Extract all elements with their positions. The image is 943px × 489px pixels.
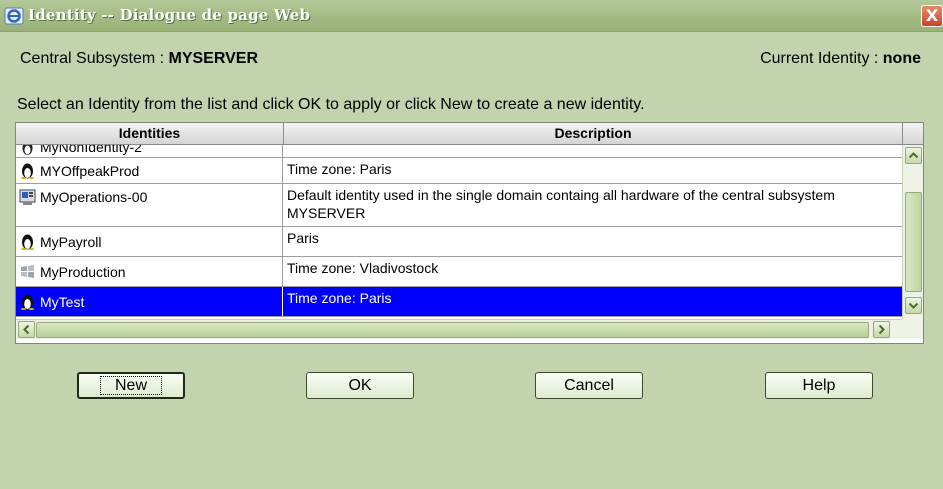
identity-description: Default identity used in the single doma… xyxy=(287,187,835,221)
scrollbar-corner xyxy=(902,319,923,339)
chevron-down-icon xyxy=(908,302,919,309)
identity-description: Time zone: Vladivostock xyxy=(287,260,439,276)
scroll-left-button[interactable] xyxy=(18,321,35,338)
subsystem-label: Central Subsystem : xyxy=(20,50,169,67)
window-title: Identity -- Dialogue de page Web xyxy=(28,6,311,24)
identity-name-cell: MyOperations-00 xyxy=(16,184,283,226)
linux-penguin-icon xyxy=(22,145,33,155)
dialog-body: Central Subsystem : MYSERVER Current Ide… xyxy=(0,33,943,489)
chevron-up-icon xyxy=(908,152,919,159)
scroll-down-button[interactable] xyxy=(905,297,922,314)
vertical-scroll-thumb[interactable] xyxy=(905,192,922,292)
horizontal-scrollbar[interactable] xyxy=(16,319,923,339)
help-button-label: Help xyxy=(802,377,836,394)
identity-description: Paris xyxy=(287,230,319,246)
identity-name-cell: MYOffpeakProd xyxy=(16,158,283,183)
cancel-button[interactable]: Cancel xyxy=(535,372,643,399)
table-row[interactable]: MyNonIdentity-2 xyxy=(16,145,902,158)
help-button[interactable]: Help xyxy=(765,372,873,399)
windows-flag-icon xyxy=(21,265,34,278)
current-identity-value: none xyxy=(882,50,921,67)
ie-icon xyxy=(4,7,24,25)
column-header-description[interactable]: Description xyxy=(284,123,903,145)
close-button[interactable]: X xyxy=(921,5,943,27)
identities-grid: Identities Description MyNonIdentity-2 M… xyxy=(15,122,924,344)
identity-description xyxy=(284,145,902,157)
table-row-selected[interactable]: MyTest Time zone: Paris xyxy=(16,287,902,317)
identity-name: MyTest xyxy=(40,293,85,310)
current-identity-label: Current Identity : xyxy=(760,50,883,67)
identity-name: MyProduction xyxy=(40,263,126,280)
subsystem-value: MYSERVER xyxy=(168,50,259,67)
identity-description: Time zone: Paris xyxy=(287,290,392,306)
new-button-label: New xyxy=(99,376,163,395)
central-subsystem-info: Central Subsystem : MYSERVER xyxy=(20,50,258,68)
ok-button-label: OK xyxy=(348,377,372,394)
identity-name: MYOffpeakProd xyxy=(40,162,140,179)
close-icon: X xyxy=(925,6,939,25)
chevron-right-icon xyxy=(878,324,885,335)
chevron-left-icon xyxy=(23,324,30,335)
linux-penguin-icon xyxy=(21,234,34,250)
identity-name: MyOperations-00 xyxy=(40,189,148,205)
identity-name: MyNonIdentity-2 xyxy=(40,145,142,155)
grid-header: Identities Description xyxy=(16,123,923,145)
identity-name-cell: MyTest xyxy=(16,287,283,316)
table-row[interactable]: MyOperations-00 Default identity used in… xyxy=(16,184,902,227)
scroll-right-button[interactable] xyxy=(873,321,890,338)
column-header-spacer xyxy=(903,123,923,145)
scroll-up-button[interactable] xyxy=(905,147,922,164)
identity-name-cell: MyNonIdentity-2 xyxy=(16,145,283,157)
identity-name: MyPayroll xyxy=(40,233,102,250)
table-row[interactable]: MyPayroll Paris xyxy=(16,227,902,257)
ok-button[interactable]: OK xyxy=(306,372,414,399)
horizontal-scroll-thumb[interactable] xyxy=(36,322,869,338)
grid-rows: MyNonIdentity-2 MYOffpeakProd Time zone:… xyxy=(16,145,902,319)
title-bar: Identity -- Dialogue de page Web X xyxy=(0,0,943,32)
vertical-scrollbar[interactable] xyxy=(902,145,923,319)
table-row[interactable]: MyProduction Time zone: Vladivostock xyxy=(16,257,902,287)
column-header-identities[interactable]: Identities xyxy=(16,123,284,145)
identity-description: Time zone: Paris xyxy=(287,161,392,177)
cancel-button-label: Cancel xyxy=(564,377,614,394)
linux-penguin-icon xyxy=(21,163,34,179)
new-button[interactable]: New xyxy=(77,372,185,399)
linux-penguin-icon xyxy=(21,294,34,310)
identity-name-cell: MyProduction xyxy=(16,257,283,286)
identity-name-cell: MyPayroll xyxy=(16,227,283,256)
current-identity-info: Current Identity : none xyxy=(760,50,921,68)
server-icon xyxy=(19,189,36,205)
table-row[interactable]: MYOffpeakProd Time zone: Paris xyxy=(16,158,902,184)
instructions-text: Select an Identity from the list and cli… xyxy=(17,96,645,113)
